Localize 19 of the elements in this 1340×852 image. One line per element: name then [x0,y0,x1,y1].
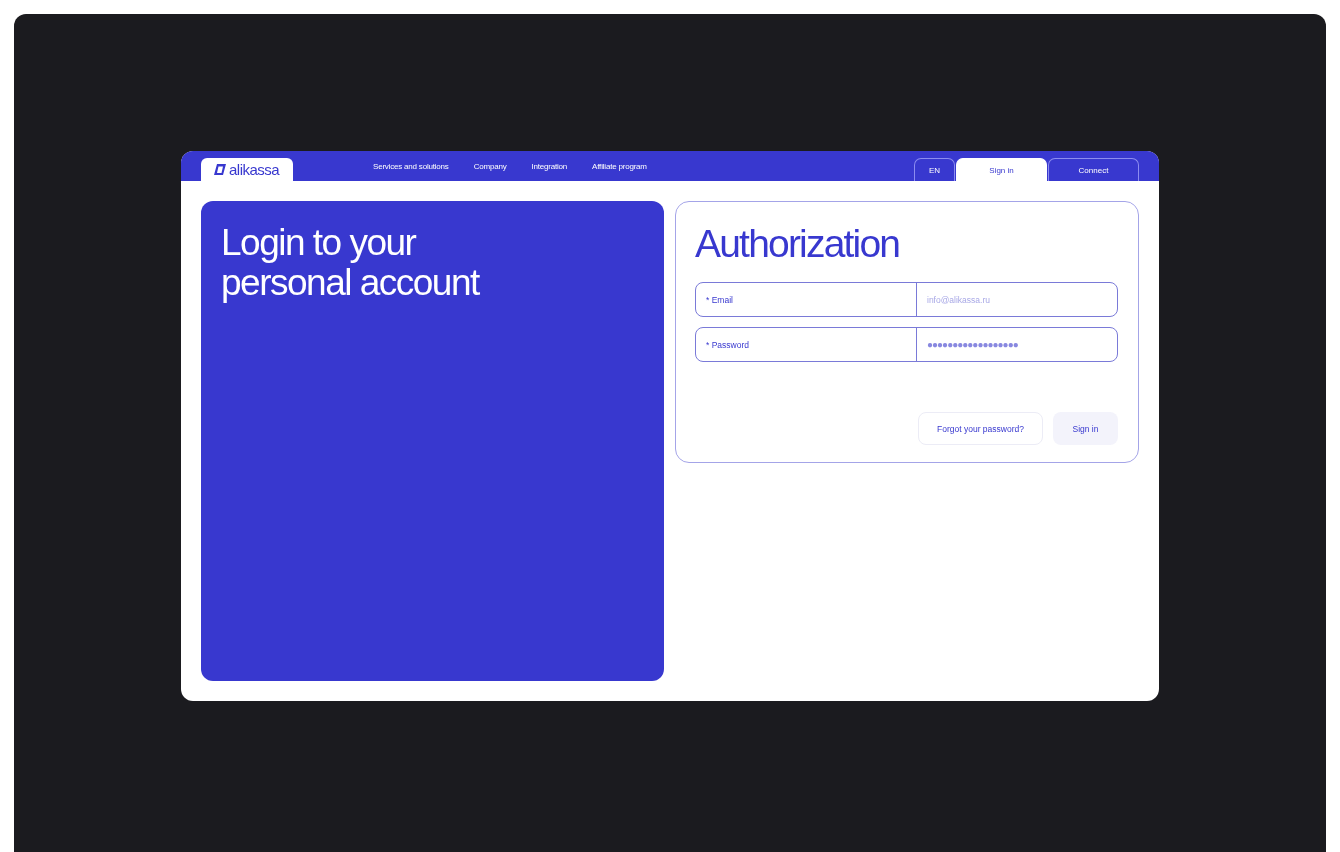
slash-mark-icon [213,163,227,176]
nav-link[interactable]: Services and solutions [373,161,449,171]
field-input[interactable]: info@alikassa.ru [917,283,1117,316]
field-label: * Email [696,283,917,316]
header-tab[interactable]: Connect [1048,158,1139,181]
header-tab[interactable]: EN [914,158,955,181]
sign-in-button[interactable]: Sign in [1053,412,1118,445]
logo-text: alikassa [229,161,280,178]
logo[interactable]: alikassa [201,158,293,181]
input-field[interactable]: * Password ●●●●●●●●●●●●●●●●●● [695,327,1118,362]
nav-link[interactable]: Integration [531,161,568,171]
forgot-password-button[interactable]: Forgot your password? [918,412,1043,445]
form-title: Authorization [695,222,901,266]
field-label: * Password [696,328,917,361]
nav-link[interactable]: Affiliate program [592,161,647,171]
promo-title: Login to your personal account [221,223,481,303]
header-tab[interactable]: Sign in [956,158,1047,181]
nav-link[interactable]: Company [473,161,507,171]
input-field[interactable]: * Email info@alikassa.ru [695,282,1118,317]
